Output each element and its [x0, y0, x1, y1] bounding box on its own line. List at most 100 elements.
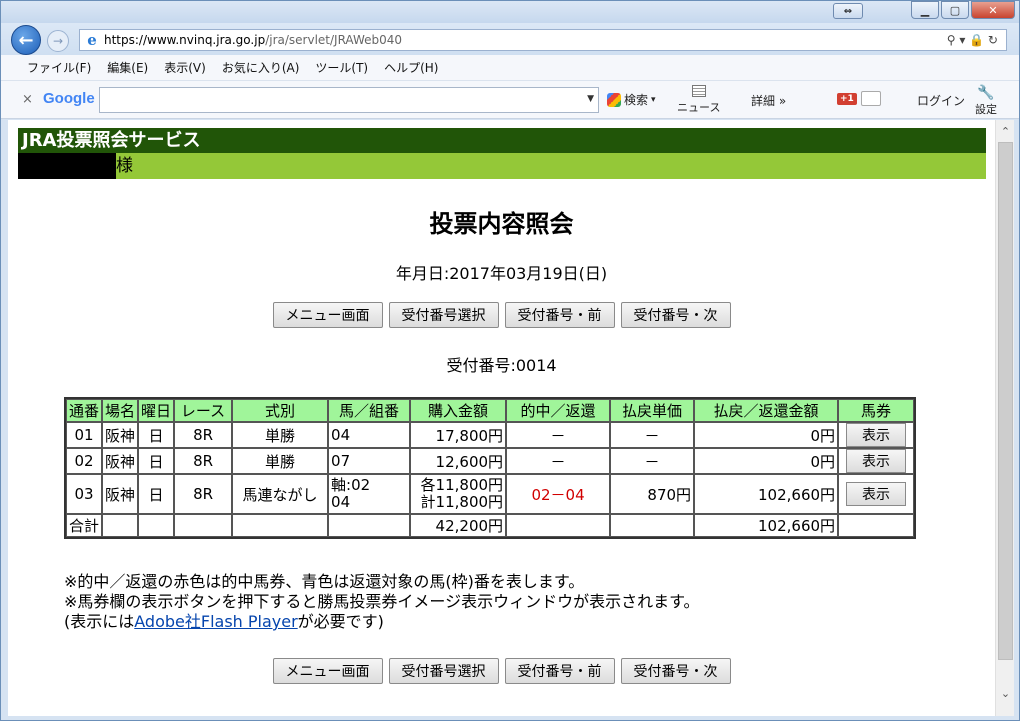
- google-logo: Google: [43, 90, 95, 107]
- empty-cell: [102, 514, 139, 537]
- browser-window: ⇔ ▁ ▢ ✕ ← → e https://www.nvinq.jra.go.j…: [0, 0, 1020, 721]
- google-toolbar: × Google ▼ 検索 ▾ ニュース 詳細 » +1 ログイン 🔧 設定: [1, 81, 1019, 119]
- cell-venue: 阪神: [102, 422, 139, 448]
- menu-edit[interactable]: 編集(E): [107, 59, 148, 76]
- empty-cell: [838, 514, 915, 537]
- empty-cell: [610, 514, 695, 537]
- cell-combination: 07: [328, 448, 411, 474]
- cell-race: 8R: [174, 474, 233, 514]
- cell-day: 日: [138, 422, 175, 448]
- google-news-button[interactable]: ニュース: [677, 85, 720, 115]
- cell-venue: 阪神: [102, 474, 139, 514]
- receipt-prev-button[interactable]: 受付番号・前: [504, 302, 615, 328]
- col-ticket: 馬券: [838, 399, 915, 422]
- cell-combination: 軸:02 04: [328, 474, 411, 514]
- minimize-button[interactable]: ▁: [911, 1, 939, 19]
- cell-purchase-amount: 12,600円: [410, 448, 507, 474]
- cell-venue: 阪神: [102, 448, 139, 474]
- receipt-select-button[interactable]: 受付番号選択: [388, 302, 499, 328]
- restore-down-button[interactable]: ⇔: [833, 3, 863, 19]
- cell-payout-unit: －: [610, 448, 695, 474]
- service-header: JRA投票照会サービス: [18, 128, 986, 153]
- close-window-button[interactable]: ✕: [971, 1, 1015, 19]
- url-text[interactable]: https://www.nvinq.jra.go.jp/jra/servlet/…: [104, 33, 402, 47]
- nav-buttons-bottom: メニュー画面 受付番号選択 受付番号・前 受付番号・次: [8, 658, 995, 684]
- cell-race: 8R: [174, 422, 233, 448]
- cell-ticket: 表示: [838, 422, 915, 448]
- table-row: 03 阪神 日 8R 馬連ながし 軸:02 04 各11,800円 計11,80…: [66, 474, 915, 514]
- show-ticket-button[interactable]: 表示: [846, 423, 907, 447]
- forward-button[interactable]: →: [47, 30, 69, 52]
- receipt-number: 受付番号:0014: [446, 356, 557, 375]
- back-button[interactable]: ←: [11, 25, 41, 55]
- google-detail-button[interactable]: 詳細 »: [751, 92, 786, 109]
- arrow-right-icon: →: [52, 34, 64, 48]
- total-payout-amount: 102,660円: [694, 514, 839, 537]
- cell-bet-type: 単勝: [232, 448, 329, 474]
- empty-cell: [506, 514, 611, 537]
- flash-player-link[interactable]: Adobe社Flash Player: [134, 612, 297, 631]
- google-login-button[interactable]: ログイン: [917, 92, 965, 109]
- cell-payout-amount: 0円: [694, 448, 839, 474]
- col-race: レース: [174, 399, 233, 422]
- chevron-down-icon[interactable]: ▾: [651, 95, 656, 105]
- cell-purchase-amount: 17,800円: [410, 422, 507, 448]
- empty-cell: [138, 514, 175, 537]
- address-bar[interactable]: e https://www.nvinq.jra.go.jp/jra/servle…: [79, 29, 1007, 51]
- wrench-icon: 🔧: [977, 85, 995, 101]
- google-search-icon: [607, 92, 621, 107]
- menu-screen-button[interactable]: メニュー画面: [272, 658, 383, 684]
- note-color: ※的中／返還の赤色は的中馬券、青色は返還対象の馬(枠)番を表します。: [64, 572, 585, 591]
- receipt-next-button[interactable]: 受付番号・次: [620, 658, 731, 684]
- total-label: 合計: [66, 514, 103, 537]
- col-combination: 馬／組番: [328, 399, 411, 422]
- scroll-up-icon[interactable]: ⌃: [996, 122, 1015, 140]
- google-search-input[interactable]: ▼: [99, 87, 599, 113]
- show-ticket-button[interactable]: 表示: [846, 449, 907, 473]
- receipt-next-button[interactable]: 受付番号・次: [620, 302, 731, 328]
- news-icon: [691, 85, 706, 97]
- col-purchase-amount: 購入金額: [410, 399, 507, 422]
- total-purchase-amount: 42,200円: [410, 514, 507, 537]
- show-ticket-button[interactable]: 表示: [846, 482, 907, 506]
- scroll-down-icon[interactable]: ⌄: [996, 684, 1015, 702]
- google-search-button[interactable]: 検索 ▾: [607, 91, 656, 108]
- google-plus-one[interactable]: +1: [837, 91, 881, 106]
- address-tools[interactable]: ⚲ ▾ 🔒 ↻: [947, 33, 998, 47]
- note-flash: (表示にはAdobe社Flash Playerが必要です): [64, 612, 700, 632]
- empty-cell: [328, 514, 411, 537]
- cell-race: 8R: [174, 448, 233, 474]
- toolbar-close-icon[interactable]: ×: [22, 92, 33, 107]
- cell-hit-refund: 02－04: [506, 474, 611, 514]
- user-suffix: 様: [116, 156, 133, 176]
- menu-favorites[interactable]: お気に入り(A): [222, 59, 300, 76]
- scroll-thumb[interactable]: [998, 142, 1013, 660]
- vertical-scrollbar[interactable]: ⌃ ⌄: [995, 120, 1014, 716]
- note-flash-suffix: が必要です): [297, 612, 384, 631]
- amount-total: 計11,800円: [420, 493, 504, 511]
- amount-each: 各11,800円: [420, 476, 504, 494]
- bets-table: 通番 場名 曜日 レース 式別 馬／組番 購入金額 的中／返還 払戻単価 払戻／…: [64, 397, 917, 539]
- menu-view[interactable]: 表示(V): [164, 59, 206, 76]
- menu-screen-button[interactable]: メニュー画面: [272, 302, 383, 328]
- cell-bet-type: 単勝: [232, 422, 329, 448]
- cell-purchase-amount: 各11,800円 計11,800円: [410, 474, 507, 514]
- google-search-label: 検索: [624, 93, 649, 107]
- redacted-username: [18, 153, 116, 179]
- menu-file[interactable]: ファイル(F): [27, 59, 91, 76]
- menu-help[interactable]: ヘルプ(H): [384, 59, 438, 76]
- google-news-label: ニュース: [677, 101, 721, 114]
- table-row: 02 阪神 日 8R 単勝 07 12,600円 － － 0円 表示: [66, 448, 915, 474]
- receipt-prev-button[interactable]: 受付番号・前: [504, 658, 615, 684]
- col-day: 曜日: [138, 399, 175, 422]
- cell-payout-amount: 102,660円: [694, 474, 839, 514]
- url-path: /jra/servlet/JRAWeb040: [265, 33, 403, 47]
- google-settings-button[interactable]: 🔧 設定: [975, 85, 997, 117]
- cell-serial: 02: [66, 448, 103, 474]
- chevron-down-icon[interactable]: ▼: [587, 94, 594, 104]
- receipt-select-button[interactable]: 受付番号選択: [388, 658, 499, 684]
- maximize-button[interactable]: ▢: [941, 1, 969, 19]
- cell-hit-refund: －: [506, 422, 611, 448]
- menu-tools[interactable]: ツール(T): [315, 59, 368, 76]
- title-bar: ⇔ ▁ ▢ ✕: [1, 1, 1019, 23]
